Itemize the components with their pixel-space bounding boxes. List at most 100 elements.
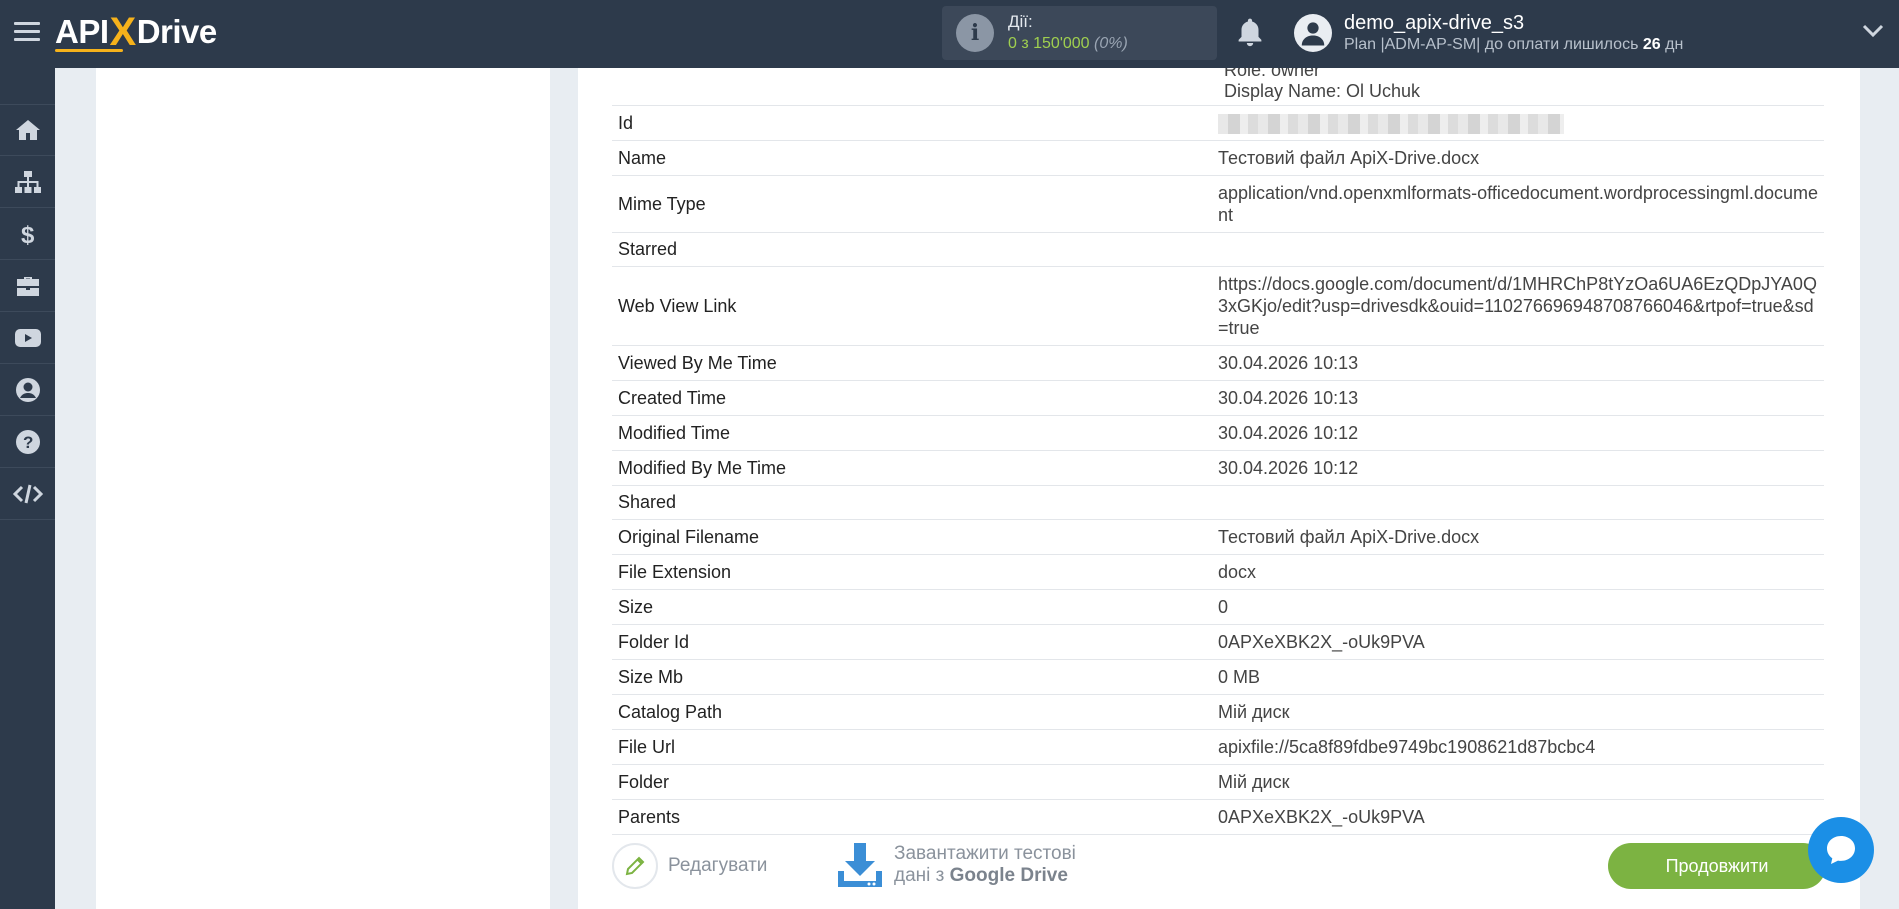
sidebar: $ ? [0, 68, 55, 909]
field-value: docx [1218, 562, 1257, 583]
top-bar: API X Drive i Дії: 0 з 150'000 (0%) demo_a… [0, 0, 1899, 68]
table-row: Size 0 [612, 590, 1824, 626]
field-name: Original Filename [618, 526, 760, 547]
field-value: 0APXeXBK2X_-oUk9PVA [1218, 632, 1425, 653]
sidebar-item-video[interactable] [0, 312, 55, 364]
field-name: Created Time [618, 387, 727, 408]
sidebar-item-help[interactable]: ? [0, 416, 55, 468]
actions-counter[interactable]: i Дії: 0 з 150'000 (0%) [942, 6, 1217, 60]
field-name: Catalog Path [618, 701, 723, 722]
chevron-down-icon[interactable] [1862, 24, 1884, 38]
field-name: Modified Time [618, 422, 731, 443]
field-name: Size Mb [618, 666, 684, 687]
youtube-icon [14, 328, 41, 347]
table-row: Viewed By Me Time 30.04.2026 10:13 [612, 346, 1824, 382]
avatar[interactable] [1294, 14, 1332, 52]
sidebar-item-tools[interactable] [0, 260, 55, 312]
field-name: Size [618, 596, 654, 617]
logo-text-api: API [55, 13, 109, 50]
svg-text:$: $ [21, 222, 35, 247]
field-value: 30.04.2026 10:12 [1218, 423, 1359, 444]
table-row: Folder Id 0APXeXBK2X_-oUk9PVA [612, 625, 1824, 661]
field-value: Тестовий файл ApiX-Drive.docx [1218, 148, 1480, 169]
field-name: Starred [618, 239, 678, 260]
field-name: File Url [618, 736, 675, 757]
plan-text: Plan |ADM-AP-SM| до оплати лишилось [1344, 36, 1639, 53]
data-table: Role: owner Display Name: Ol Uchuk Id Nam… [612, 68, 1824, 836]
field-name: Web View Link [618, 295, 737, 316]
table-row: Name Тестовий файл ApiX-Drive.docx [612, 141, 1824, 177]
download-test-data-button[interactable]: Завантажити тестові дані з Google Drive [836, 841, 1076, 889]
table-row: Original Filename Тестовий файл ApiX-Driv… [612, 520, 1824, 556]
menu-icon[interactable] [14, 22, 40, 44]
field-name: Shared [618, 492, 677, 513]
sidebar-item-billing[interactable]: $ [0, 208, 55, 260]
logo-text-drive: Drive [136, 13, 218, 50]
sidebar-item-home[interactable] [0, 104, 55, 156]
field-name: Folder Id [618, 631, 690, 652]
table-row: Created Time 30.04.2026 10:13 [612, 381, 1824, 417]
table-row: Starred [612, 233, 1824, 268]
field-value: https://docs.google.com/document/d/1MHRC… [1218, 274, 1817, 339]
chat-icon [1827, 836, 1855, 864]
field-name: Viewed By Me Time [618, 352, 777, 373]
table-row: Id [612, 106, 1824, 142]
field-value: 30.04.2026 10:12 [1218, 458, 1359, 479]
home-icon [15, 120, 40, 140]
info-icon: i [956, 14, 994, 52]
clipped-top-row: Role: owner Display Name: Ol Uchuk [612, 68, 1824, 106]
sidebar-item-api[interactable] [0, 468, 55, 520]
actions-count: 0 з 150'000 [1008, 35, 1090, 52]
field-value: Тестовий файл ApiX-Drive.docx [1218, 527, 1480, 548]
field-name: Parents [618, 806, 681, 827]
briefcase-icon [16, 276, 39, 296]
field-value: Мій диск [1218, 702, 1290, 723]
field-value: apixfile://5ca8f89fdbe9749bc1908621d87bc… [1218, 737, 1596, 758]
pencil-icon [612, 843, 658, 889]
table-row: Web View Link https://docs.google.com/doc… [612, 267, 1824, 347]
download-icon [838, 843, 882, 887]
field-name: Modified By Me Time [618, 457, 787, 478]
field-value [1218, 497, 1824, 509]
apixdrive-logo[interactable]: API X Drive [55, 10, 217, 54]
left-panel [96, 68, 550, 909]
field-value: 30.04.2026 10:13 [1218, 388, 1359, 409]
sidebar-item-profile[interactable] [0, 364, 55, 416]
redacted-value [1218, 114, 1564, 135]
field-name: File Extension [618, 561, 732, 582]
table-row: Mime Type application/vnd.openxmlformats-… [612, 176, 1824, 234]
download-line2-service: Google Drive [949, 865, 1068, 886]
field-value [1218, 244, 1824, 256]
field-value: 0 [1218, 597, 1229, 618]
field-value: application/vnd.openxmlformats-officedoc… [1218, 183, 1818, 226]
field-value: 30.04.2026 10:13 [1218, 353, 1359, 374]
field-value [1218, 106, 1824, 140]
table-row: Parents 0APXeXBK2X_-oUk9PVA [612, 800, 1824, 836]
dollar-icon: $ [21, 222, 35, 247]
user-name[interactable]: demo_apix-drive_s3 [1344, 12, 1524, 35]
table-row: File Url apixfile://5ca8f89fdbe9749bc1908… [612, 730, 1824, 766]
display-name-value: Display Name: Ol Uchuk [1224, 81, 1421, 101]
svg-text:?: ? [23, 433, 33, 452]
sitemap-icon [14, 170, 41, 193]
table-row: Folder Мій диск [612, 765, 1824, 801]
sidebar-item-connections[interactable] [0, 156, 55, 208]
actions-percent: (0%) [1094, 35, 1128, 52]
logo-text-x: X [109, 9, 137, 54]
table-row: Catalog Path Мій диск [612, 695, 1824, 731]
edit-button[interactable]: Редагувати [612, 843, 767, 889]
field-name: Folder [618, 771, 670, 792]
user-plan: Plan |ADM-AP-SM| до оплати лишилось 26 д… [1344, 36, 1683, 54]
download-line2-prefix: дані з [894, 865, 945, 886]
continue-button[interactable]: Продовжити [1608, 843, 1826, 889]
plan-days-unit: дн [1665, 36, 1684, 53]
chat-button[interactable] [1808, 817, 1874, 883]
edit-label: Редагувати [668, 855, 768, 876]
field-name: Name [618, 147, 667, 168]
field-value: 0 MB [1218, 667, 1261, 688]
help-icon: ? [15, 429, 40, 454]
table-row: Size Mb 0 MB [612, 660, 1824, 696]
bell-icon[interactable] [1234, 16, 1266, 50]
field-name: Id [618, 112, 634, 133]
table-row: Shared [612, 486, 1824, 521]
